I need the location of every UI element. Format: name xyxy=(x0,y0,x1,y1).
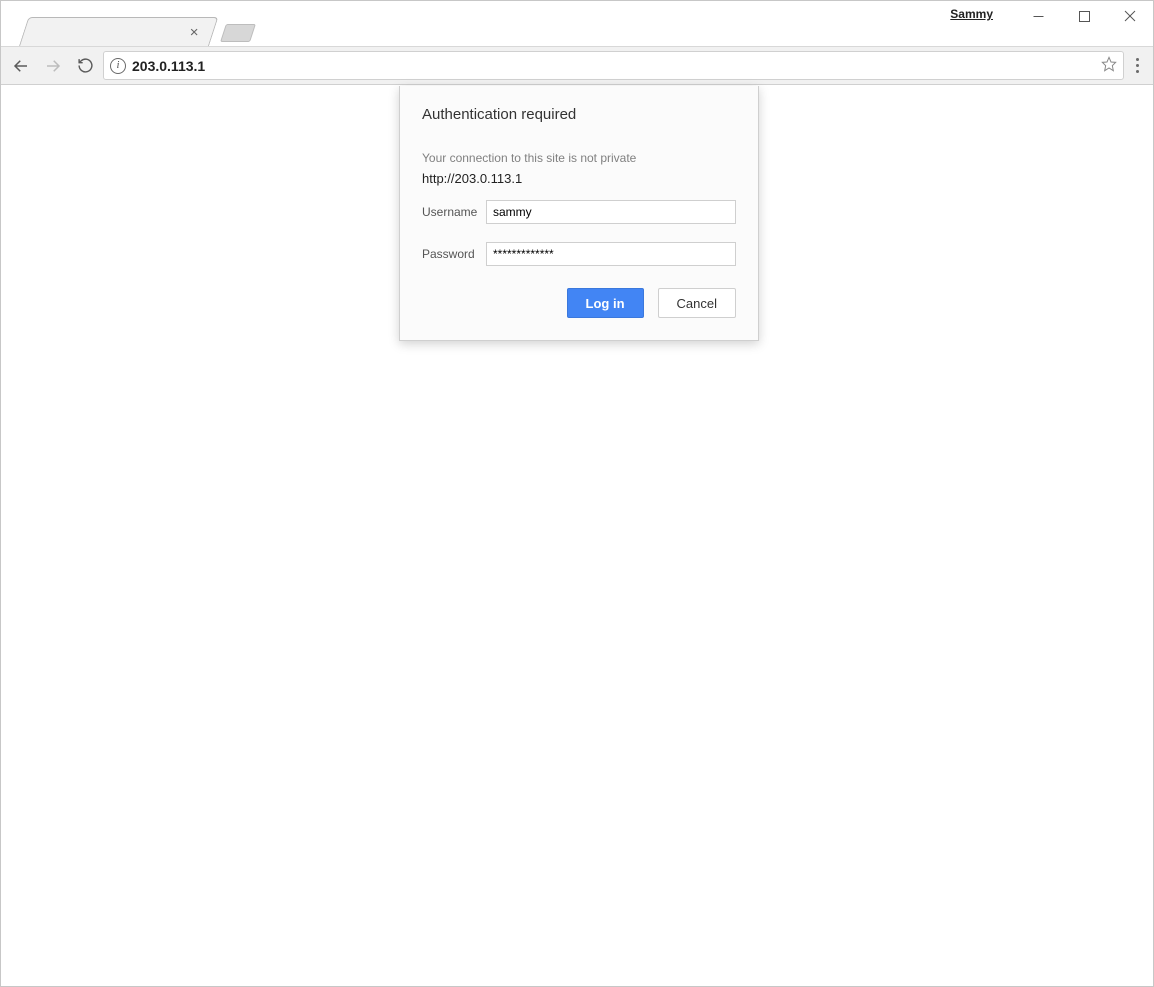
tab-strip: × xyxy=(9,16,253,46)
bookmark-star-icon[interactable] xyxy=(1101,56,1117,75)
window-controls xyxy=(1015,1,1153,31)
url-text: 203.0.113.1 xyxy=(132,58,205,74)
new-tab-button[interactable] xyxy=(220,24,256,42)
chrome-menu-button[interactable] xyxy=(1128,58,1147,73)
address-bar[interactable]: i 203.0.113.1 xyxy=(103,51,1124,80)
active-tab[interactable]: × xyxy=(19,17,218,46)
password-label: Password xyxy=(422,247,486,261)
login-button[interactable]: Log in xyxy=(567,288,644,318)
close-window-button[interactable] xyxy=(1107,1,1153,31)
close-tab-icon[interactable]: × xyxy=(184,24,205,41)
site-info-icon[interactable]: i xyxy=(110,58,126,74)
reload-button[interactable] xyxy=(71,52,99,80)
profile-name: Sammy xyxy=(950,7,993,21)
username-label: Username xyxy=(422,205,486,219)
dialog-origin: http://203.0.113.1 xyxy=(422,171,736,186)
forward-button[interactable] xyxy=(39,52,67,80)
username-input[interactable] xyxy=(486,200,736,224)
password-row: Password xyxy=(422,242,736,266)
username-row: Username xyxy=(422,200,736,224)
cancel-button[interactable]: Cancel xyxy=(658,288,736,318)
page-content: Authentication required Your connection … xyxy=(2,86,1152,985)
toolbar: i 203.0.113.1 xyxy=(1,46,1153,85)
minimize-button[interactable] xyxy=(1015,1,1061,31)
dialog-buttons: Log in Cancel xyxy=(422,288,736,318)
auth-dialog: Authentication required Your connection … xyxy=(399,86,759,341)
password-input[interactable] xyxy=(486,242,736,266)
titlebar: Sammy × xyxy=(1,1,1153,46)
browser-window: Sammy × xyxy=(0,0,1154,987)
dialog-title: Authentication required xyxy=(422,106,736,123)
back-button[interactable] xyxy=(7,52,35,80)
dialog-warning: Your connection to this site is not priv… xyxy=(422,151,736,165)
maximize-button[interactable] xyxy=(1061,1,1107,31)
